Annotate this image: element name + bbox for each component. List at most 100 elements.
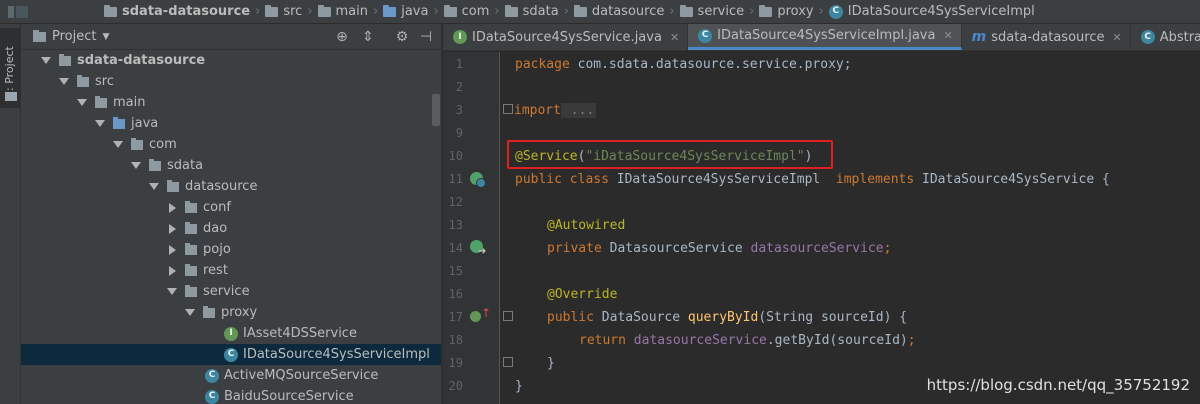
breadcrumb-module[interactable]: sdata-datasource [104,4,250,19]
tree-item[interactable]: java [21,113,441,134]
tree-item[interactable]: proxy [21,302,441,323]
chevron-down-icon[interactable] [113,141,123,148]
source-folder-icon [383,4,397,17]
editor-tabs: I IDataSource4SysService.java ✕ C IDataSour… [443,24,1200,51]
line-number: 12 [448,195,463,209]
folder-icon [95,95,107,108]
chevron-down-icon[interactable] [59,78,69,85]
package-icon [149,158,161,171]
breadcrumb-separator: › [307,4,313,19]
hide-icon[interactable]: ⊣ [417,28,435,46]
breadcrumb-sdata[interactable]: sdata [504,4,559,19]
source-folder-icon [113,116,125,129]
close-icon[interactable]: ✕ [943,29,952,42]
folder-icon [317,4,331,17]
tree-item[interactable]: service [21,281,441,302]
project-panel-header: Project ▼ ⊕ ⇕ ⚙ ⊣ [21,24,441,50]
breadcrumb-separator: › [669,4,675,19]
locate-icon[interactable]: ⊕ [333,28,351,46]
breadcrumb-class[interactable]: C IDataSource4SysServiceImpl [828,4,1035,19]
chevron-down-icon[interactable] [95,120,105,127]
chevron-down-icon[interactable] [131,162,141,169]
code-line: private DatasourceService datasourceServ… [547,241,892,256]
package-icon [131,137,143,150]
breadcrumb-datasource[interactable]: datasource [573,4,664,19]
chevron-down-icon[interactable] [149,183,159,190]
chevron-down-icon[interactable]: ▼ [102,32,109,42]
code-line: public class IDataSource4SysServiceImpl … [515,172,1110,187]
navigate-arrow-icon[interactable]: ➜ [478,246,486,257]
tree-scrollbar[interactable] [432,94,440,126]
breadcrumb-java[interactable]: java [383,4,428,19]
project-view-selector[interactable]: Project [52,29,96,44]
tree-item[interactable]: datasource [21,176,441,197]
tree-item[interactable]: C BaiduSourceService [21,386,441,404]
package-icon [679,4,693,17]
ide-logo-icon [8,5,28,18]
class-icon: C [224,347,238,362]
line-number: 16 [448,287,463,301]
tree-item[interactable]: conf [21,197,441,218]
folded-imports[interactable]: ... [560,103,597,118]
chevron-right-icon[interactable] [169,223,176,234]
breadcrumb-separator: › [563,4,569,19]
fold-collapse-icon[interactable] [503,357,513,367]
line-number: 17 [448,310,463,324]
tree-item[interactable]: I IAsset4DSService [21,323,441,344]
tree-item[interactable]: sdata [21,155,441,176]
tree-item[interactable]: main [21,92,441,113]
breadcrumb-service[interactable]: service [679,4,744,19]
fold-collapse-icon[interactable] [503,311,513,321]
close-icon[interactable]: ✕ [670,31,679,44]
tab-abstractasset[interactable]: CAbstractAsset.java [1131,24,1200,50]
breadcrumb-main[interactable]: main [317,4,368,19]
tree-item[interactable]: rest [21,260,441,281]
line-number: 18 [448,333,463,347]
tree-item[interactable]: sdata-datasource [21,50,441,71]
line-number: 2 [455,80,463,94]
tree-item[interactable]: com [21,134,441,155]
chevron-down-icon[interactable] [77,99,87,106]
chevron-right-icon[interactable] [169,202,176,213]
line-number: 19 [448,356,463,370]
collapse-all-icon[interactable]: ⇕ [359,28,377,46]
close-icon[interactable]: ✕ [1112,31,1121,44]
tree-item[interactable]: C ActiveMQSourceService [21,365,441,386]
tree-item[interactable]: src [21,71,441,92]
overrides-arrow-icon[interactable]: ↑ [481,306,491,320]
implements-icon[interactable] [476,178,486,188]
module-icon [104,4,117,17]
breadcrumb-src[interactable]: src [265,4,302,19]
chevron-right-icon[interactable] [169,244,176,255]
code-line: @Override [547,287,618,302]
module-icon [59,53,71,66]
breadcrumb-com[interactable]: com [443,4,489,19]
tab-idatasource4sysserviceimpl[interactable]: C IDataSource4SysServiceImpl.java ✕ [688,24,962,50]
tree-item[interactable]: pojo [21,239,441,260]
tab-sdata-datasource[interactable]: m sdata-datasource ✕ [962,24,1131,50]
chevron-down-icon[interactable] [41,57,51,64]
package-icon [203,305,215,318]
code-editor[interactable]: 1 2 3 9 10 11 12 13 14 15 16 17 18 19 20… [443,52,1200,404]
maven-icon: m [971,29,987,45]
chevron-down-icon[interactable] [185,309,195,316]
project-panel: Project ▼ ⊕ ⇕ ⚙ ⊣ sdata-datasource src m… [21,24,442,404]
line-number: 9 [455,126,463,140]
interface-method-icon[interactable] [470,311,481,322]
breadcrumb-separator: › [494,4,500,19]
chevron-right-icon[interactable] [169,265,176,276]
tree-item[interactable]: dao [21,218,441,239]
code-line: return datasourceService.getById(sourceI… [579,333,916,348]
tab-idatasource4sysservice[interactable]: I IDataSource4SysService.java ✕ [443,24,689,50]
folder-icon [265,4,279,17]
fold-expand-icon[interactable] [503,104,513,114]
tree-item-selected[interactable]: C IDataSource4SysServiceImpl [21,344,441,365]
folder-icon [77,74,89,87]
gear-icon[interactable]: ⚙ [393,28,411,46]
breadcrumb-proxy[interactable]: proxy [759,4,814,19]
chevron-down-icon[interactable] [167,288,177,295]
tool-window-strip: 1: Project [0,24,21,404]
package-icon [167,179,179,192]
package-icon [185,284,197,297]
folder-icon [33,29,46,42]
